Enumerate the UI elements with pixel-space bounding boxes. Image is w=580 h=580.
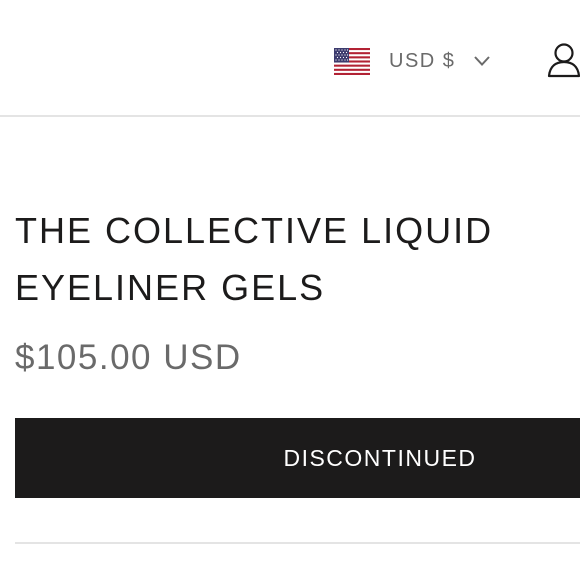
user-icon[interactable]: [546, 42, 580, 78]
title-container: THE COLLECTIVE LIQUID EYELINER GELS: [0, 180, 580, 320]
product-price: $105.00 USD: [15, 338, 242, 377]
product-title: THE COLLECTIVE LIQUID EYELINER GELS: [15, 210, 494, 308]
currency-selector[interactable]: USD $: [334, 46, 491, 76]
divider: [15, 542, 580, 544]
button-container: DISCONTINUED: [0, 418, 580, 498]
currency-label: USD $: [389, 49, 456, 72]
chevron-down-icon: [474, 56, 491, 66]
us-flag-icon: [334, 47, 370, 75]
discontinued-button[interactable]: DISCONTINUED: [15, 418, 580, 498]
site-header: USD $: [0, 0, 580, 117]
